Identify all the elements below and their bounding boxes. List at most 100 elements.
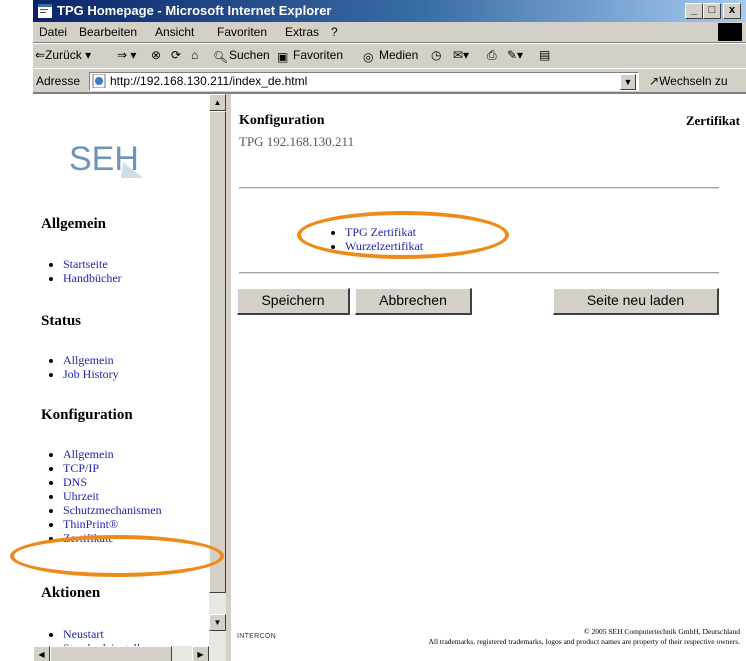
search-button[interactable]: 🔍︎Suchen <box>213 48 270 64</box>
refresh-icon[interactable]: ⟳ <box>171 48 181 62</box>
nav-link-dns[interactable]: DNS <box>63 475 87 489</box>
certificate-list: TPG Zertifikat Wurzelzertifikat <box>323 222 423 257</box>
link-wurzelzertifikat[interactable]: Wurzelzertifikat <box>345 239 423 253</box>
nav-item-dns[interactable]: DNS <box>63 475 162 489</box>
nav-link-uhrzeit[interactable]: Uhrzeit <box>63 489 99 503</box>
go-button[interactable]: ↗Wechseln zu <box>649 74 728 88</box>
maximize-button[interactable]: □ <box>703 3 721 19</box>
nav-link-startseite[interactable]: Startseite <box>63 257 108 271</box>
discuss-icon[interactable]: ▤ <box>539 48 550 62</box>
content-frame: Konfiguration TPG 192.168.130.211 Zertif… <box>231 94 746 661</box>
edit-icon[interactable]: ✎▾ <box>507 48 523 62</box>
trademark-text: All trademarks, registered trademarks, l… <box>428 637 740 646</box>
toolbar: ⇐Zurück ▾ ⇒ ▾ ⊗ ⟳ ⌂ 🔍︎Suchen ▣ Favoriten … <box>33 43 746 69</box>
print-icon[interactable]: ⎙ <box>487 48 497 63</box>
nav-link-schutzmechanismen[interactable]: Schutzmechanismen <box>63 503 162 517</box>
intercon-logo: INTERCON <box>237 633 276 640</box>
media-button[interactable]: ◎ Medien <box>363 48 418 64</box>
nav-link-handbuecher[interactable]: Handbücher <box>63 271 122 285</box>
nav-item-startseite[interactable]: Startseite <box>63 257 122 271</box>
page-icon <box>92 74 106 88</box>
nav-list-konfiguration: Allgemein TCP/IP DNS Uhrzeit Schutzmecha… <box>41 447 162 545</box>
back-button[interactable]: ⇐Zurück ▾ <box>35 48 91 62</box>
divider-top <box>239 187 719 189</box>
nav-list-allgemein: Startseite Handbücher <box>41 257 122 285</box>
nav-item-konfig-allgemein[interactable]: Allgemein <box>63 447 162 461</box>
address-label: Adresse <box>36 74 81 88</box>
nav-link-status-allgemein[interactable]: Allgemein <box>63 353 114 367</box>
ie-icon <box>38 4 52 18</box>
reload-button[interactable]: Seite neu laden <box>553 288 719 315</box>
nav-item-schutzmechanismen[interactable]: Schutzmechanismen <box>63 503 162 517</box>
divider-bottom <box>239 272 719 274</box>
nav-link-konfig-allgemein[interactable]: Allgemein <box>63 447 114 461</box>
forward-button[interactable]: ⇒ ▾ <box>117 48 136 62</box>
menu-datei[interactable]: Datei <box>39 25 67 39</box>
nav-vertical-scrollbar[interactable]: ▲ ▼ <box>209 94 226 661</box>
nav-list-status: Allgemein Job History <box>41 353 119 381</box>
close-button[interactable]: x <box>723 3 741 19</box>
window-title: TPG Homepage - Microsoft Internet Explor… <box>57 3 332 18</box>
section-title: Zertifikat <box>685 113 740 128</box>
favorites-button[interactable]: ▣ Favoriten <box>277 48 343 64</box>
nav-item-tcpip[interactable]: TCP/IP <box>63 461 162 475</box>
copyright-text: © 2005 SEH Computertechnik GmbH, Deutsch… <box>583 627 740 636</box>
menu-ansicht[interactable]: Ansicht <box>155 25 194 39</box>
scroll-down-icon[interactable]: ▼ <box>209 614 226 631</box>
media-label: Medien <box>379 48 419 62</box>
search-icon: 🔍︎ <box>213 50 229 64</box>
nav-item-thinprint[interactable]: ThinPrint® <box>63 517 162 531</box>
nav-link-zertifikate[interactable]: Zertifikate <box>63 531 114 545</box>
nav-vscroll-thumb[interactable] <box>209 111 226 593</box>
nav-link-neustart[interactable]: Neustart <box>63 627 104 641</box>
nav-horizontal-scrollbar[interactable]: ◀ ▶ <box>33 646 209 661</box>
nav-link-job-history[interactable]: Job History <box>63 367 119 381</box>
nav-item-uhrzeit[interactable]: Uhrzeit <box>63 489 162 503</box>
seh-logo-mark <box>121 162 143 178</box>
menu-help[interactable]: ? <box>331 25 338 39</box>
go-label: Wechseln zu <box>659 74 728 88</box>
cert-item-root[interactable]: Wurzelzertifikat <box>345 236 423 257</box>
nav-item-job-history[interactable]: Job History <box>63 367 119 381</box>
nav-frame[interactable]: SEH Allgemein Startseite Handbücher Stat… <box>33 94 209 661</box>
home-icon[interactable]: ⌂ <box>191 48 198 62</box>
device-subtitle: TPG 192.168.130.211 <box>239 134 355 149</box>
stop-icon[interactable]: ⊗ <box>151 48 161 62</box>
minimize-button[interactable]: _ <box>685 3 703 19</box>
nav-item-status-allgemein[interactable]: Allgemein <box>63 353 119 367</box>
address-dropdown-icon[interactable]: ▼ <box>620 74 636 90</box>
ie-window: TPG Homepage - Microsoft Internet Explor… <box>33 0 746 661</box>
scroll-right-icon[interactable]: ▶ <box>192 646 209 661</box>
back-label: Zurück <box>45 48 82 62</box>
history-icon[interactable]: ◷ <box>431 48 441 62</box>
address-url: http://192.168.130.211/index_de.html <box>110 74 308 88</box>
cancel-button[interactable]: Abbrechen <box>355 288 472 315</box>
browser-content: SEH Allgemein Startseite Handbücher Stat… <box>33 92 746 661</box>
mail-icon[interactable]: ✉▾ <box>453 48 469 62</box>
windows-logo-icon <box>718 23 742 41</box>
nav-link-thinprint[interactable]: ThinPrint® <box>63 517 118 531</box>
nav-link-tcpip[interactable]: TCP/IP <box>63 461 99 475</box>
address-bar: Adresse http://192.168.130.211/index_de.… <box>33 68 746 93</box>
title-bar: TPG Homepage - Microsoft Internet Explor… <box>33 0 746 22</box>
scroll-up-icon[interactable]: ▲ <box>209 94 226 111</box>
page-title: Konfiguration <box>239 113 325 128</box>
search-label: Suchen <box>229 48 270 62</box>
address-input[interactable]: http://192.168.130.211/index_de.html ▼ <box>89 72 639 91</box>
nav-hscroll-thumb[interactable] <box>50 646 172 661</box>
menu-bar: Datei Bearbeiten Ansicht Favoriten Extra… <box>33 22 746 43</box>
nav-item-zertifikate[interactable]: Zertifikate <box>63 531 162 545</box>
nav-item-neustart[interactable]: Neustart <box>63 627 170 641</box>
scroll-left-icon[interactable]: ◀ <box>33 646 50 661</box>
menu-favoriten[interactable]: Favoriten <box>217 25 267 39</box>
nav-item-handbuecher[interactable]: Handbücher <box>63 271 122 285</box>
menu-extras[interactable]: Extras <box>285 25 319 39</box>
favorites-label: Favoriten <box>293 48 344 62</box>
media-icon: ◎ <box>363 50 374 64</box>
nav-heading-allgemein: Allgemein <box>41 216 106 232</box>
nav-heading-status: Status <box>41 313 82 329</box>
favorites-icon: ▣ <box>277 50 289 64</box>
save-button[interactable]: Speichern <box>237 288 350 315</box>
nav-heading-konfiguration: Konfiguration <box>41 407 133 423</box>
menu-bearbeiten[interactable]: Bearbeiten <box>79 25 137 39</box>
